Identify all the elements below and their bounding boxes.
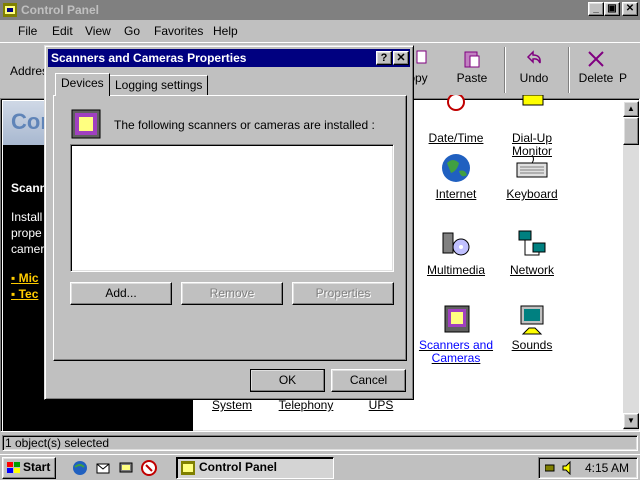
internet-item[interactable]: Internet [416, 151, 496, 201]
outlook-express-icon[interactable] [95, 460, 111, 476]
menu-favorites[interactable]: Favorites [154, 24, 203, 38]
vertical-scrollbar[interactable]: ▲ ▼ [623, 101, 639, 431]
window-title: Control Panel [21, 3, 100, 17]
show-desktop-icon[interactable] [118, 460, 134, 476]
devices-tab-panel: The following scanners or cameras are in… [53, 95, 407, 361]
multimedia-icon [442, 232, 470, 256]
undo-label: Undo [519, 71, 549, 85]
scroll-up-button[interactable]: ▲ [623, 101, 639, 117]
help-button[interactable]: ? [376, 51, 392, 65]
paste-icon [464, 51, 480, 68]
menu-edit[interactable]: Edit [52, 24, 73, 38]
status-bar: 1 object(s) selected [0, 434, 640, 452]
dialog-title: Scanners and Cameras Properties [51, 51, 247, 65]
volume-speaker-icon[interactable] [561, 461, 575, 475]
sounds-item[interactable]: Sounds [492, 302, 572, 352]
dialog-close-button[interactable]: ✕ [393, 51, 409, 65]
remove-device-button[interactable]: Remove [181, 282, 283, 305]
date-time-icon [447, 95, 465, 111]
scroll-down-button[interactable]: ▼ [623, 413, 639, 429]
menu-help[interactable]: Help [213, 24, 238, 38]
scanner-camera-icon [71, 109, 101, 139]
properties-toolbar-button[interactable]: P [606, 47, 640, 93]
maximize-button[interactable]: ▣ [604, 2, 620, 16]
multimedia-item[interactable]: Multimedia [416, 227, 496, 277]
undo-icon [526, 50, 541, 64]
system-tray: 4:15 AM [538, 457, 638, 479]
minimize-button[interactable]: _ [588, 2, 604, 16]
network-item[interactable]: Network [492, 227, 572, 277]
control-panel-icon [3, 3, 17, 17]
menu-go[interactable]: Go [124, 24, 140, 38]
keyboard-icon [516, 154, 548, 178]
selected-item-name: Scann [11, 181, 48, 195]
dialup-monitor-item[interactable]: Dial-Up Monitor [492, 95, 572, 158]
delete-x-icon [588, 51, 604, 67]
paste-button[interactable]: Paste [442, 47, 502, 93]
ok-button[interactable]: OK [250, 369, 325, 392]
taskbar-control-panel-label: Control Panel [199, 460, 278, 474]
date-time-item[interactable]: Date/Time [416, 95, 496, 145]
scanners-and-cameras-properties-dialog: Scanners and Cameras Properties ? ✕ Devi… [44, 45, 414, 400]
taskbar: Start Control Panel 4:15 AM [0, 454, 640, 480]
clock[interactable]: 4:15 AM [585, 458, 629, 478]
menu-bar: File Edit View Go Favorites Help [0, 20, 640, 42]
network-tray-icon[interactable] [545, 461, 561, 475]
scanners-and-cameras-item[interactable]: Scanners and Cameras [416, 302, 496, 365]
keyboard-item[interactable]: Keyboard [492, 151, 572, 201]
start-button[interactable]: Start [2, 457, 56, 479]
address-bar-label: Addres [10, 64, 49, 78]
device-list[interactable] [70, 144, 394, 272]
scanner-camera-icon [444, 305, 470, 333]
start-label: Start [23, 460, 51, 474]
status-text: 1 object(s) selected [2, 435, 638, 451]
undo-button[interactable]: Undo [504, 47, 564, 93]
scroll-thumb[interactable] [623, 117, 639, 145]
channels-icon[interactable] [141, 460, 157, 476]
sounds-icon [520, 305, 544, 335]
microsoft-home-link[interactable]: ▪ Mic [11, 271, 39, 285]
technical-support-link[interactable]: ▪ Tec [11, 287, 38, 301]
installed-devices-label: The following scanners or cameras are in… [114, 118, 375, 132]
tab-logging-settings[interactable]: Logging settings [109, 75, 209, 96]
properties-icon [613, 49, 633, 69]
menu-view[interactable]: View [85, 24, 111, 38]
window-title-bar[interactable]: Control Panel _ ▣ ✕ [0, 0, 640, 20]
cancel-button[interactable]: Cancel [331, 369, 406, 392]
paste-label: Paste [456, 71, 488, 85]
dialog-title-bar[interactable]: Scanners and Cameras Properties ? ✕ [48, 49, 410, 67]
internet-explorer-icon[interactable] [72, 460, 88, 476]
taskbar-control-panel-button[interactable]: Control Panel [176, 457, 334, 479]
add-device-button[interactable]: Add... [70, 282, 172, 305]
dialup-monitor-icon [522, 95, 544, 106]
control-panel-icon [181, 461, 195, 475]
internet-globe-icon [442, 154, 470, 182]
device-properties-button[interactable]: Properties [292, 282, 394, 305]
network-icon [518, 230, 546, 256]
tab-devices[interactable]: Devices [55, 73, 110, 96]
properties-toolbar-label: P [618, 71, 627, 85]
windows-logo-icon [7, 462, 20, 473]
menu-file[interactable]: File [18, 24, 37, 38]
close-button[interactable]: ✕ [622, 2, 638, 16]
